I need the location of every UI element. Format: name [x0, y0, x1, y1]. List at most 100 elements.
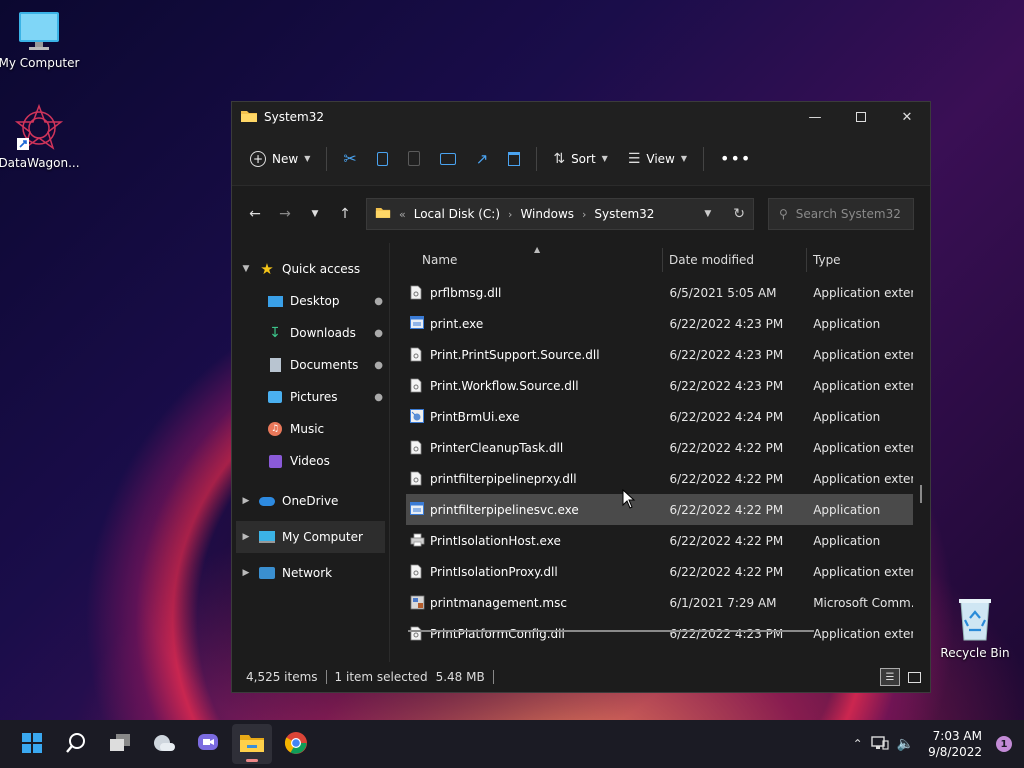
file-row[interactable]: printmanagement.msc 6/1/2021 7:29 AM Micro…	[406, 587, 913, 618]
file-name-cell: print.exe	[406, 315, 669, 332]
nav-item-videos[interactable]: Videos	[232, 445, 389, 477]
file-type: Application exten...	[813, 471, 913, 486]
column-header-type[interactable]: Type	[807, 243, 907, 277]
column-header-name[interactable]: Name	[390, 243, 662, 277]
sort-label: Sort	[571, 151, 596, 166]
file-row[interactable]: PrintIsolationProxy.dll 6/22/2022 4:22 PM…	[406, 556, 913, 587]
column-label: Type	[813, 253, 841, 267]
chrome-button[interactable]	[276, 724, 316, 764]
status-bar: 4,525 items 1 item selected 5.48 MB ☰	[232, 662, 930, 692]
notification-badge[interactable]: 1	[996, 736, 1012, 752]
show-hidden-icons-button[interactable]: ⌃	[853, 737, 863, 751]
minimize-button[interactable]: —	[792, 102, 838, 132]
file-name-cell: Print.Workflow.Source.dll	[406, 378, 669, 394]
command-bar: + New ▼ ✂ ↗ ⇅ Sort ▼ ☰ View ▼ •••	[232, 132, 930, 186]
file-row[interactable]: print.exe 6/22/2022 4:23 PM Application	[406, 308, 913, 339]
refresh-icon[interactable]: ↻	[733, 206, 745, 222]
file-explorer-taskbar-button[interactable]	[232, 724, 272, 764]
downloads-icon: ↧	[269, 325, 281, 341]
file-row[interactable]: PrintPlatformConfig.dll 6/22/2022 4:23 PM…	[406, 618, 913, 649]
details-view-button[interactable]: ☰	[880, 668, 900, 686]
file-row[interactable]: PrintIsolationHost.exe 6/22/2022 4:22 PM A…	[406, 525, 913, 556]
file-name-cell: printfilterpipelineprxy.dll	[406, 471, 669, 487]
nav-onedrive[interactable]: ▶ OneDrive	[232, 485, 389, 517]
dll-file-icon	[410, 440, 424, 456]
recycle-bin-icon	[955, 596, 995, 642]
file-name: printfilterpipelineprxy.dll	[430, 471, 577, 486]
forward-button[interactable]: →	[270, 199, 300, 229]
exe-file-icon	[410, 315, 424, 332]
file-name: PrintBrmUi.exe	[430, 409, 520, 424]
tiles-view-button[interactable]	[904, 668, 924, 686]
nav-item-desktop[interactable]: Desktop ●	[232, 285, 389, 317]
file-row[interactable]: Print.Workflow.Source.dll 6/22/2022 4:23 …	[406, 370, 913, 401]
recent-locations-button[interactable]: ▼	[300, 199, 330, 229]
copy-icon	[376, 151, 388, 166]
column-header-date[interactable]: Date modified	[663, 243, 806, 277]
nav-item-documents[interactable]: Documents ●	[232, 349, 389, 381]
file-row[interactable]: prflbmsg.dll 6/5/2021 5:05 AM Application …	[406, 277, 913, 308]
view-label: View	[646, 151, 675, 166]
search-box[interactable]: ⚲ Search System32	[768, 198, 914, 230]
folder-icon	[375, 206, 391, 222]
nav-item-pictures[interactable]: Pictures ●	[232, 381, 389, 413]
desktop-icon-datawagon[interactable]: DataWagon...	[0, 103, 82, 170]
copy-button[interactable]	[367, 143, 398, 175]
minimize-icon: —	[808, 109, 822, 125]
chevron-right-icon: ▶	[242, 496, 250, 506]
file-row[interactable]: PrintBrmUi.exe 6/22/2022 4:24 PM Applicati…	[406, 401, 913, 432]
clock[interactable]: 7:03 AM 9/8/2022	[928, 728, 982, 760]
chat-button[interactable]	[188, 724, 228, 764]
breadcrumb-system32[interactable]: System32	[594, 207, 654, 221]
file-row[interactable]: printfilterpipelineprxy.dll 6/22/2022 4:2…	[406, 463, 913, 494]
file-date: 6/22/2022 4:23 PM	[669, 316, 784, 331]
breadcrumb-local-disk[interactable]: Local Disk (C:)	[414, 207, 500, 221]
view-button[interactable]: ☰ View ▼	[618, 143, 697, 175]
address-history-chevron-icon[interactable]: ▼	[704, 209, 711, 219]
new-button[interactable]: + New ▼	[240, 143, 320, 175]
task-view-button[interactable]	[100, 724, 140, 764]
file-name: print.exe	[430, 316, 484, 331]
paste-button[interactable]	[398, 143, 430, 175]
delete-button[interactable]	[498, 143, 530, 175]
horizontal-scrollbar[interactable]	[408, 630, 814, 632]
search-button[interactable]	[56, 724, 96, 764]
system-tray: ⌃ 🔈 7:03 AM 9/8/2022 1	[853, 728, 1024, 760]
dll-file-icon	[410, 564, 424, 580]
nav-item-music[interactable]: ♫ Music	[232, 413, 389, 445]
file-row[interactable]: Print.PrintSupport.Source.dll 6/22/2022 4…	[406, 339, 913, 370]
nav-label: Videos	[290, 454, 330, 468]
desktop-icon-recycle-bin[interactable]: Recycle Bin	[932, 596, 1018, 660]
desktop-icon	[266, 293, 284, 309]
share-button[interactable]: ↗	[466, 143, 499, 175]
up-button[interactable]: ↑	[330, 199, 360, 229]
file-date: 6/22/2022 4:22 PM	[669, 471, 784, 486]
back-button[interactable]: ←	[240, 199, 270, 229]
volume-icon[interactable]: 🔈	[897, 736, 914, 752]
address-bar[interactable]: « Local Disk (C:) › Windows › System32 ▼…	[366, 198, 754, 230]
network-status-icon[interactable]	[870, 735, 889, 754]
toolbar-divider	[703, 146, 705, 171]
close-button[interactable]: ✕	[884, 102, 930, 132]
nav-quick-access[interactable]: ▼ ★ Quick access	[232, 253, 389, 285]
nav-item-downloads[interactable]: ↧ Downloads ●	[232, 317, 389, 349]
chevron-down-icon: ▼	[680, 154, 688, 163]
rename-button[interactable]	[430, 143, 466, 175]
file-row[interactable]: PrinterCleanupTask.dll 6/22/2022 4:22 PM A…	[406, 432, 913, 463]
chevron-down-icon: ▼	[601, 154, 608, 163]
nav-my-computer[interactable]: ▶ My Computer	[236, 521, 385, 553]
maximize-button[interactable]	[838, 102, 884, 132]
widgets-button[interactable]	[144, 724, 184, 764]
trash-icon	[508, 151, 521, 166]
breadcrumb-windows[interactable]: Windows	[520, 207, 574, 221]
start-button[interactable]	[12, 724, 52, 764]
tiles-view-icon	[907, 671, 921, 683]
desktop-icon-my-computer[interactable]: My Computer	[0, 10, 82, 70]
more-options-button[interactable]: •••	[710, 143, 761, 175]
vertical-scrollbar[interactable]	[920, 485, 922, 503]
cut-button[interactable]: ✂	[333, 143, 366, 175]
toolbar-divider	[536, 146, 538, 171]
sort-button[interactable]: ⇅ Sort ▼	[543, 143, 618, 175]
file-row[interactable]: printfilterpipelinesvc.exe 6/22/2022 4:22…	[406, 494, 913, 525]
nav-network[interactable]: ▶ Network	[232, 557, 389, 589]
